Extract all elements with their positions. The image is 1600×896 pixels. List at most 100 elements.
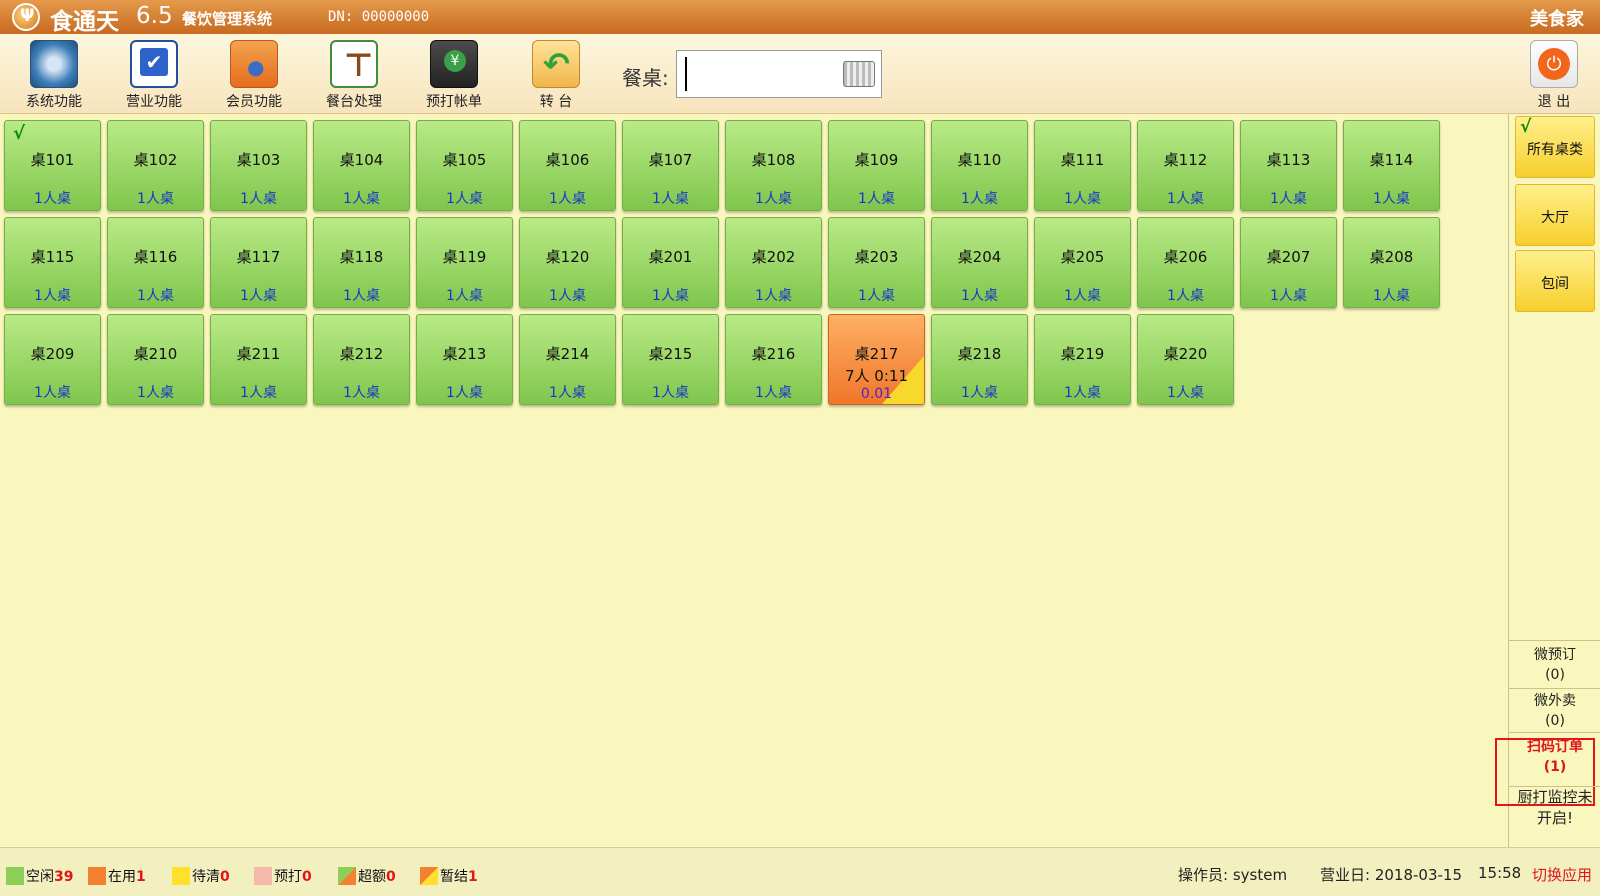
table-capacity: 1人桌 [1167, 191, 1204, 207]
table-tile[interactable]: 桌116 1人桌 [107, 217, 204, 308]
member-functions-button[interactable]: 会员功能 [208, 40, 300, 112]
exit-button[interactable]: 退 出 [1508, 40, 1600, 112]
checkbox-icon [130, 40, 178, 88]
kitchen-print-monitor-note: 厨打监控未 开启! [1509, 786, 1600, 829]
dining-table-icon [330, 40, 378, 88]
exit-label: 退 出 [1537, 94, 1571, 110]
keyboard-icon[interactable] [843, 61, 875, 87]
table-tile[interactable]: 桌216 1人桌 [725, 314, 822, 405]
table-search-input[interactable] [685, 57, 835, 91]
table-tile[interactable]: 桌217 7人 0:11 0.01 [828, 314, 925, 405]
table-name: 桌106 [545, 151, 590, 169]
wechat-takeout-label: 微外卖 [1534, 693, 1576, 709]
table-tile[interactable]: 桌202 1人桌 [725, 217, 822, 308]
table-tile[interactable]: 桌120 1人桌 [519, 217, 616, 308]
tool-label: 餐台处理 [326, 94, 382, 110]
table-tile[interactable]: 桌208 1人桌 [1343, 217, 1440, 308]
table-handling-button[interactable]: 餐台处理 [308, 40, 400, 112]
category-private-room[interactable]: 包间 [1515, 250, 1595, 312]
table-tile[interactable]: 桌108 1人桌 [725, 120, 822, 211]
table-tile[interactable]: 桌106 1人桌 [519, 120, 616, 211]
business-day: 营业日: 2018-03-15 [1320, 866, 1462, 884]
table-tile[interactable]: 桌118 1人桌 [313, 217, 410, 308]
switch-app-link[interactable]: 切换应用 [1532, 864, 1592, 885]
table-name: 桌102 [133, 151, 178, 169]
table-tile[interactable]: 桌102 1人桌 [107, 120, 204, 211]
transfer-table-button[interactable]: 转 台 [510, 40, 602, 112]
table-name: 桌216 [751, 345, 796, 363]
table-tile[interactable]: 桌105 1人桌 [416, 120, 513, 211]
table-tile[interactable]: 桌214 1人桌 [519, 314, 616, 405]
bill-print-icon [430, 40, 478, 88]
table-capacity: 1人桌 [137, 385, 174, 401]
table-name: 桌118 [339, 248, 384, 266]
table-search-field[interactable] [676, 50, 882, 98]
selected-check-icon: √ [13, 123, 26, 144]
table-name: 桌208 [1369, 248, 1414, 266]
operator-info: 操作员: system [1178, 866, 1288, 884]
free-swatch-icon [6, 867, 24, 885]
category-hall[interactable]: 大厅 [1515, 184, 1595, 246]
legend-count: 0 [220, 869, 230, 885]
business-functions-button[interactable]: 营业功能 [108, 40, 200, 112]
table-tile[interactable]: 桌115 1人桌 [4, 217, 101, 308]
table-capacity: 1人桌 [34, 191, 71, 207]
scan-order-button[interactable]: 扫码订单 (1) [1509, 732, 1600, 782]
table-tile[interactable]: 桌213 1人桌 [416, 314, 513, 405]
table-tile[interactable]: 桌220 1人桌 [1137, 314, 1234, 405]
member-icon [230, 40, 278, 88]
to-clean-swatch-icon [172, 867, 190, 885]
app-name: 食通天 [50, 9, 119, 35]
table-tile[interactable]: 桌203 1人桌 [828, 217, 925, 308]
legend-count: 1 [136, 869, 146, 885]
kitchen-note-line1: 厨打监控未 [1517, 788, 1593, 806]
table-tile[interactable]: 桌113 1人桌 [1240, 120, 1337, 211]
table-name: 桌105 [442, 151, 487, 169]
table-name: 桌108 [751, 151, 796, 169]
table-tile[interactable]: 桌205 1人桌 [1034, 217, 1131, 308]
table-tile[interactable]: 桌204 1人桌 [931, 217, 1028, 308]
table-tile[interactable]: 桌110 1人桌 [931, 120, 1028, 211]
table-tile[interactable]: 桌112 1人桌 [1137, 120, 1234, 211]
table-tile[interactable]: 桌109 1人桌 [828, 120, 925, 211]
wechat-reserve-button[interactable]: 微预订 (0) [1509, 640, 1600, 688]
table-tile[interactable]: 桌209 1人桌 [4, 314, 101, 405]
table-tile[interactable]: 桌117 1人桌 [210, 217, 307, 308]
tool-label: 系统功能 [26, 94, 82, 110]
table-tile[interactable]: 桌111 1人桌 [1034, 120, 1131, 211]
table-tile[interactable]: 桌218 1人桌 [931, 314, 1028, 405]
table-name: 桌120 [545, 248, 590, 266]
table-tile[interactable]: 桌201 1人桌 [622, 217, 719, 308]
table-name: 桌116 [133, 248, 178, 266]
table-name: 桌109 [854, 151, 899, 169]
table-capacity: 1人桌 [1064, 288, 1101, 304]
table-name: 桌212 [339, 345, 384, 363]
legend-label: 在用 [108, 869, 136, 885]
table-name: 桌110 [957, 151, 1002, 169]
table-tile[interactable]: 桌104 1人桌 [313, 120, 410, 211]
table-amount: 0.01 [860, 386, 893, 402]
category-all-tables[interactable]: √ 所有桌类 [1515, 116, 1595, 178]
table-tile[interactable]: 桌206 1人桌 [1137, 217, 1234, 308]
table-tile[interactable]: 桌207 1人桌 [1240, 217, 1337, 308]
table-tile[interactable]: 桌210 1人桌 [107, 314, 204, 405]
wechat-takeout-button[interactable]: 微外卖 (0) [1509, 688, 1600, 732]
table-tile[interactable]: 桌215 1人桌 [622, 314, 719, 405]
table-tile[interactable]: 桌119 1人桌 [416, 217, 513, 308]
table-tile[interactable]: 桌212 1人桌 [313, 314, 410, 405]
table-tile[interactable]: 桌107 1人桌 [622, 120, 719, 211]
table-tile[interactable]: 桌219 1人桌 [1034, 314, 1131, 405]
table-tile[interactable]: 桌103 1人桌 [210, 120, 307, 211]
app-version: 6.5 [136, 3, 173, 29]
table-tile[interactable]: √ 桌101 1人桌 [4, 120, 101, 211]
table-tile[interactable]: 桌114 1人桌 [1343, 120, 1440, 211]
table-tile[interactable]: 桌211 1人桌 [210, 314, 307, 405]
table-name: 桌206 [1163, 248, 1208, 266]
table-capacity: 1人桌 [240, 385, 277, 401]
system-functions-button[interactable]: 系统功能 [8, 40, 100, 112]
table-capacity: 1人桌 [240, 191, 277, 207]
preprint-bill-button[interactable]: 预打帐单 [408, 40, 500, 112]
legend-count: 0 [302, 869, 312, 885]
device-number: DN: 00000000 [328, 9, 430, 25]
table-capacity: 1人桌 [652, 385, 689, 401]
